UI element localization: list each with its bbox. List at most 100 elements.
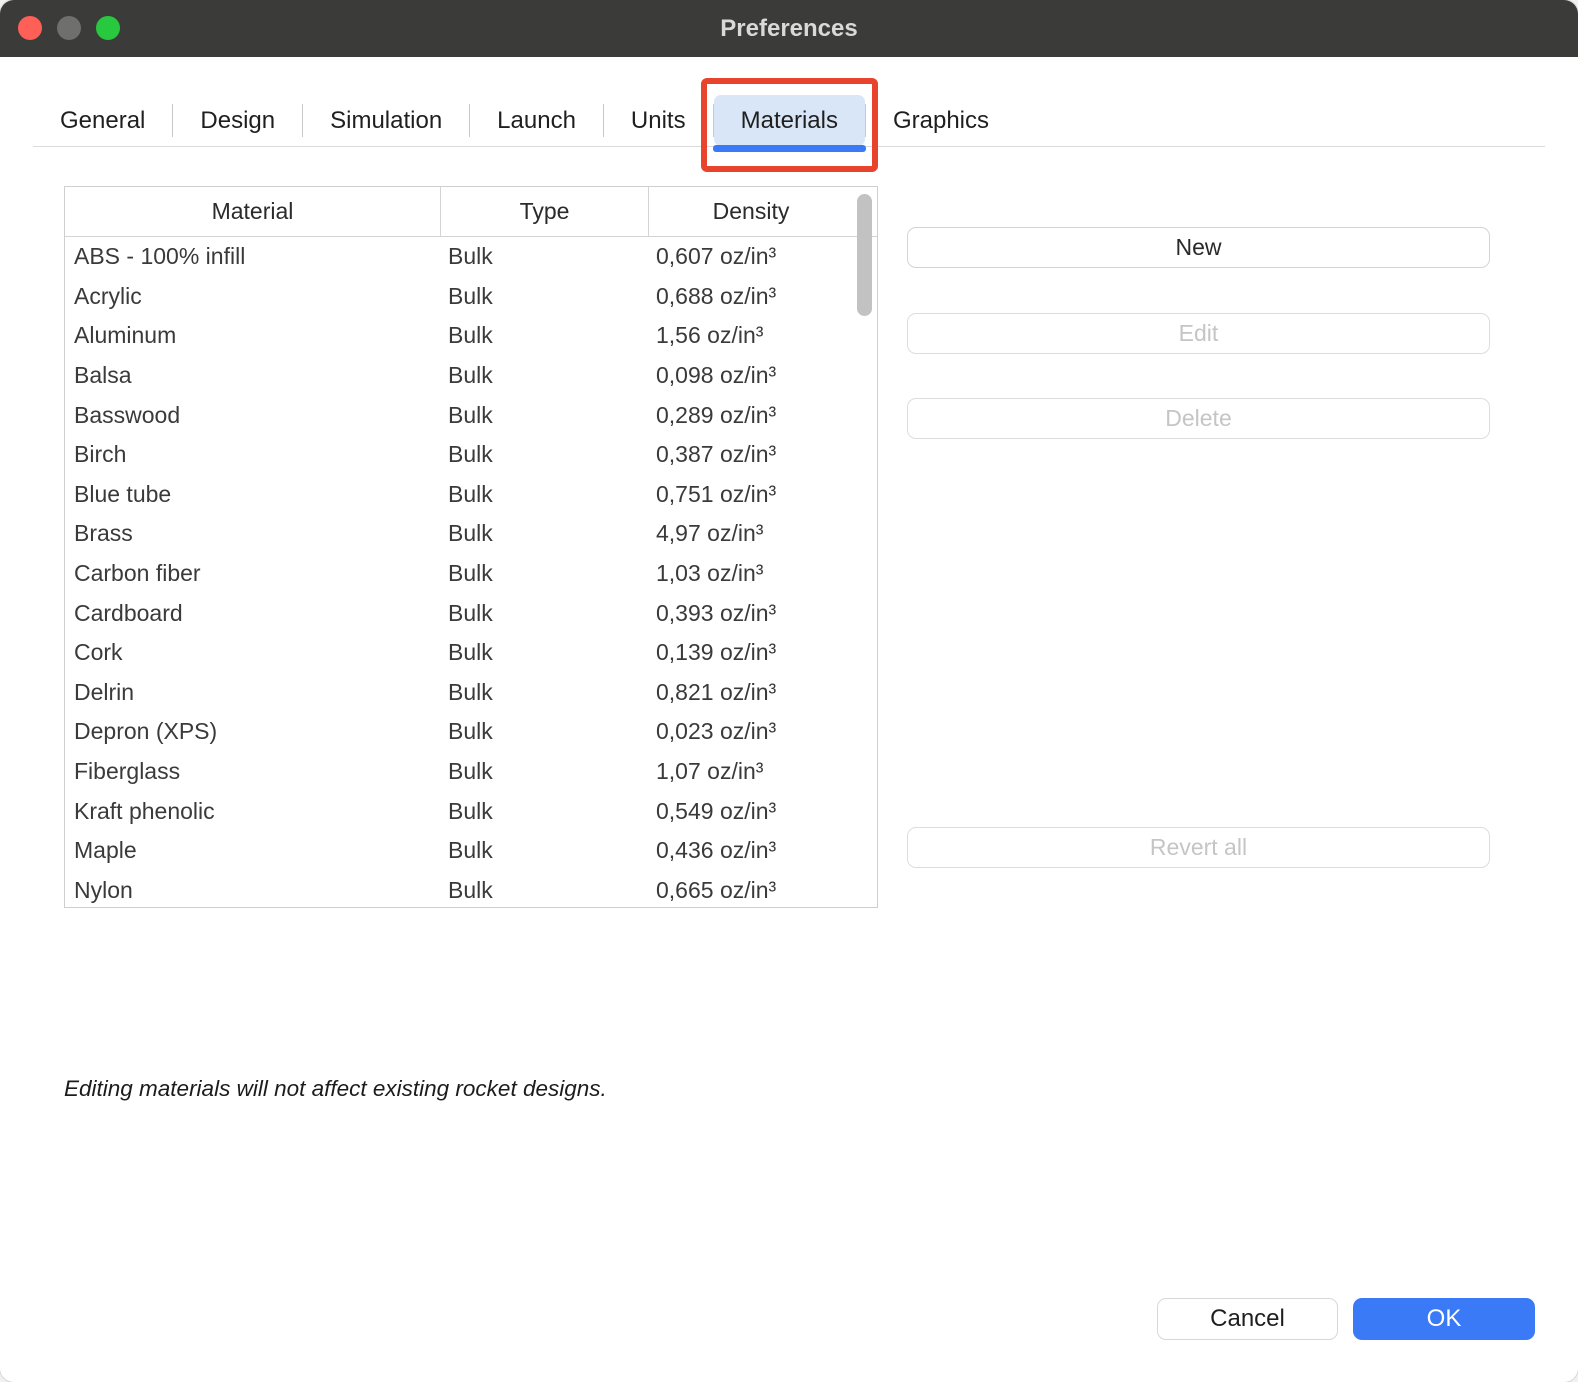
cell-density: 0,436 oz/in³	[649, 837, 877, 864]
table-row[interactable]: BrassBulk4,97 oz/in³	[65, 514, 877, 554]
cell-type: Bulk	[441, 243, 649, 270]
tab-label: Simulation	[330, 107, 442, 135]
tab-design[interactable]: Design	[173, 95, 302, 146]
tab-units[interactable]: Units	[604, 95, 713, 146]
delete-button[interactable]: Delete	[907, 398, 1490, 439]
table-row[interactable]: BalsaBulk0,098 oz/in³	[65, 356, 877, 396]
cell-type: Bulk	[441, 798, 649, 825]
cell-material: Delrin	[65, 679, 441, 706]
cell-density: 0,607 oz/in³	[649, 243, 877, 270]
cell-material: Carbon fiber	[65, 560, 441, 587]
cell-type: Bulk	[441, 362, 649, 389]
table-row[interactable]: MapleBulk0,436 oz/in³	[65, 831, 877, 871]
cell-type: Bulk	[441, 560, 649, 587]
cell-material: Brass	[65, 520, 441, 547]
cell-type: Bulk	[441, 402, 649, 429]
table-row[interactable]: Kraft phenolicBulk0,549 oz/in³	[65, 791, 877, 831]
table-row[interactable]: Blue tubeBulk0,751 oz/in³	[65, 475, 877, 515]
table-header-row: Material Type Density	[65, 187, 877, 237]
cell-material: Basswood	[65, 402, 441, 429]
cell-density: 0,751 oz/in³	[649, 481, 877, 508]
ok-button[interactable]: OK	[1353, 1298, 1535, 1340]
cell-material: Balsa	[65, 362, 441, 389]
cell-density: 0,023 oz/in³	[649, 718, 877, 745]
tab-label: General	[60, 107, 145, 135]
cell-density: 0,665 oz/in³	[649, 877, 877, 904]
table-row[interactable]: FiberglassBulk1,07 oz/in³	[65, 752, 877, 792]
tab-simulation[interactable]: Simulation	[303, 95, 469, 146]
tab-label: Launch	[497, 107, 576, 135]
cell-density: 0,549 oz/in³	[649, 798, 877, 825]
tab-materials[interactable]: Materials	[714, 95, 865, 146]
cell-material: Birch	[65, 441, 441, 468]
materials-table: Material Type Density ABS - 100% infillB…	[64, 186, 878, 908]
window-title: Preferences	[720, 15, 857, 43]
materials-table-body: ABS - 100% infillBulk0,607 oz/in³Acrylic…	[65, 237, 877, 908]
cell-density: 1,03 oz/in³	[649, 560, 877, 587]
table-row[interactable]: AluminumBulk1,56 oz/in³	[65, 316, 877, 356]
tab-label: Materials	[741, 107, 838, 135]
cell-type: Bulk	[441, 877, 649, 904]
cell-type: Bulk	[441, 283, 649, 310]
tab-launch[interactable]: Launch	[470, 95, 603, 146]
vertical-scrollbar[interactable]	[857, 194, 872, 316]
table-row[interactable]: AcrylicBulk0,688 oz/in³	[65, 277, 877, 317]
tab-bar: General Design Simulation Launch Units Materi…	[33, 95, 1545, 146]
cell-density: 1,07 oz/in³	[649, 758, 877, 785]
column-header-type: Type	[441, 187, 649, 236]
cell-material: Cork	[65, 639, 441, 666]
column-header-density: Density	[649, 187, 877, 236]
zoom-icon[interactable]	[96, 16, 120, 40]
table-row[interactable]: BasswoodBulk0,289 oz/in³	[65, 395, 877, 435]
cell-type: Bulk	[441, 679, 649, 706]
cell-type: Bulk	[441, 600, 649, 627]
table-row[interactable]: CorkBulk0,139 oz/in³	[65, 633, 877, 673]
tab-general[interactable]: General	[33, 95, 172, 146]
tab-label: Units	[631, 107, 686, 135]
tab-label: Graphics	[893, 107, 989, 135]
column-header-material: Material	[65, 187, 441, 236]
cell-material: Acrylic	[65, 283, 441, 310]
title-bar: Preferences	[0, 0, 1578, 57]
cell-type: Bulk	[441, 639, 649, 666]
cancel-button[interactable]: Cancel	[1157, 1298, 1338, 1340]
cell-material: ABS - 100% infill	[65, 243, 441, 270]
cell-density: 0,821 oz/in³	[649, 679, 877, 706]
selected-tab-underline	[713, 145, 866, 152]
traffic-lights	[18, 16, 120, 40]
cell-density: 1,56 oz/in³	[649, 322, 877, 349]
cell-material: Fiberglass	[65, 758, 441, 785]
table-row[interactable]: Carbon fiberBulk1,03 oz/in³	[65, 554, 877, 594]
table-row[interactable]: BirchBulk0,387 oz/in³	[65, 435, 877, 475]
revert-all-button[interactable]: Revert all	[907, 827, 1490, 868]
materials-note: Editing materials will not affect existi…	[64, 1076, 607, 1102]
cell-density: 0,688 oz/in³	[649, 283, 877, 310]
cell-density: 0,098 oz/in³	[649, 362, 877, 389]
new-button[interactable]: New	[907, 227, 1490, 268]
tab-label: Design	[200, 107, 275, 135]
table-row[interactable]: CardboardBulk0,393 oz/in³	[65, 593, 877, 633]
cell-type: Bulk	[441, 718, 649, 745]
preferences-window: Preferences General Design Simulation Launc…	[0, 0, 1578, 1382]
minimize-icon[interactable]	[57, 16, 81, 40]
table-row[interactable]: NylonBulk0,665 oz/in³	[65, 871, 877, 909]
cell-material: Aluminum	[65, 322, 441, 349]
table-row[interactable]: DelrinBulk0,821 oz/in³	[65, 673, 877, 713]
cell-type: Bulk	[441, 520, 649, 547]
close-icon[interactable]	[18, 16, 42, 40]
cell-type: Bulk	[441, 481, 649, 508]
cell-density: 0,393 oz/in³	[649, 600, 877, 627]
cell-material: Nylon	[65, 877, 441, 904]
cell-type: Bulk	[441, 837, 649, 864]
edit-button[interactable]: Edit	[907, 313, 1490, 354]
cell-density: 0,139 oz/in³	[649, 639, 877, 666]
cell-material: Blue tube	[65, 481, 441, 508]
tab-graphics[interactable]: Graphics	[866, 95, 1016, 146]
cell-type: Bulk	[441, 322, 649, 349]
cell-type: Bulk	[441, 758, 649, 785]
table-row[interactable]: ABS - 100% infillBulk0,607 oz/in³	[65, 237, 877, 277]
table-row[interactable]: Depron (XPS)Bulk0,023 oz/in³	[65, 712, 877, 752]
cell-material: Cardboard	[65, 600, 441, 627]
cell-material: Kraft phenolic	[65, 798, 441, 825]
cell-density: 4,97 oz/in³	[649, 520, 877, 547]
